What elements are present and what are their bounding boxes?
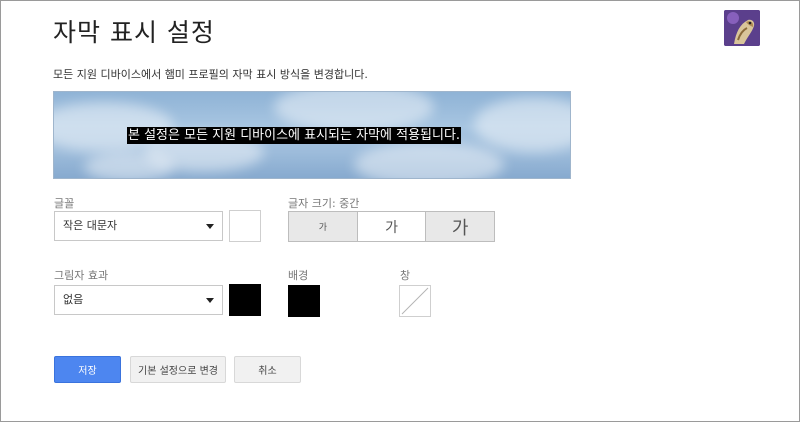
font-size-selector: 가 가 가 [288, 211, 495, 242]
background-label: 배경 [288, 269, 309, 282]
shadow-select-value: 없음 [63, 293, 84, 306]
font-label: 글꼴 [54, 197, 75, 210]
font-select[interactable]: 작은 대문자 [54, 211, 223, 241]
font-select-value: 작은 대문자 [63, 219, 118, 232]
window-color-swatch[interactable] [399, 285, 431, 317]
chevron-down-icon [206, 224, 214, 229]
font-size-large-button[interactable]: 가 [426, 212, 495, 241]
cancel-button[interactable]: 취소 [234, 356, 301, 383]
page-title: 자막 표시 설정 [53, 18, 215, 47]
background-color-swatch[interactable] [288, 285, 320, 317]
font-size-label: 글자 크기: 중간 [288, 197, 360, 210]
window-label: 창 [400, 269, 411, 282]
font-size-medium-button[interactable]: 가 [357, 212, 427, 241]
no-color-icon [401, 287, 429, 315]
settings-window: 자막 표시 설정 모든 지원 디바이스에서 햄미 프로필의 자막 표시 방식을 … [0, 0, 800, 422]
font-color-swatch[interactable] [229, 210, 261, 242]
save-button[interactable]: 저장 [54, 356, 121, 383]
shadow-color-swatch[interactable] [229, 284, 261, 316]
shadow-select[interactable]: 없음 [54, 285, 223, 315]
chevron-down-icon [206, 298, 214, 303]
avatar-image [724, 10, 760, 46]
reset-defaults-button[interactable]: 기본 설정으로 변경 [130, 356, 226, 383]
profile-avatar[interactable] [724, 10, 760, 46]
shadow-label: 그림자 효과 [54, 269, 109, 282]
page-description: 모든 지원 디바이스에서 햄미 프로필의 자막 표시 방식을 변경합니다. [53, 68, 368, 81]
preview-caption-text: 본 설정은 모든 지원 디바이스에 표시되는 자막에 적용됩니다. [127, 127, 462, 144]
font-size-small-button[interactable]: 가 [289, 212, 358, 241]
